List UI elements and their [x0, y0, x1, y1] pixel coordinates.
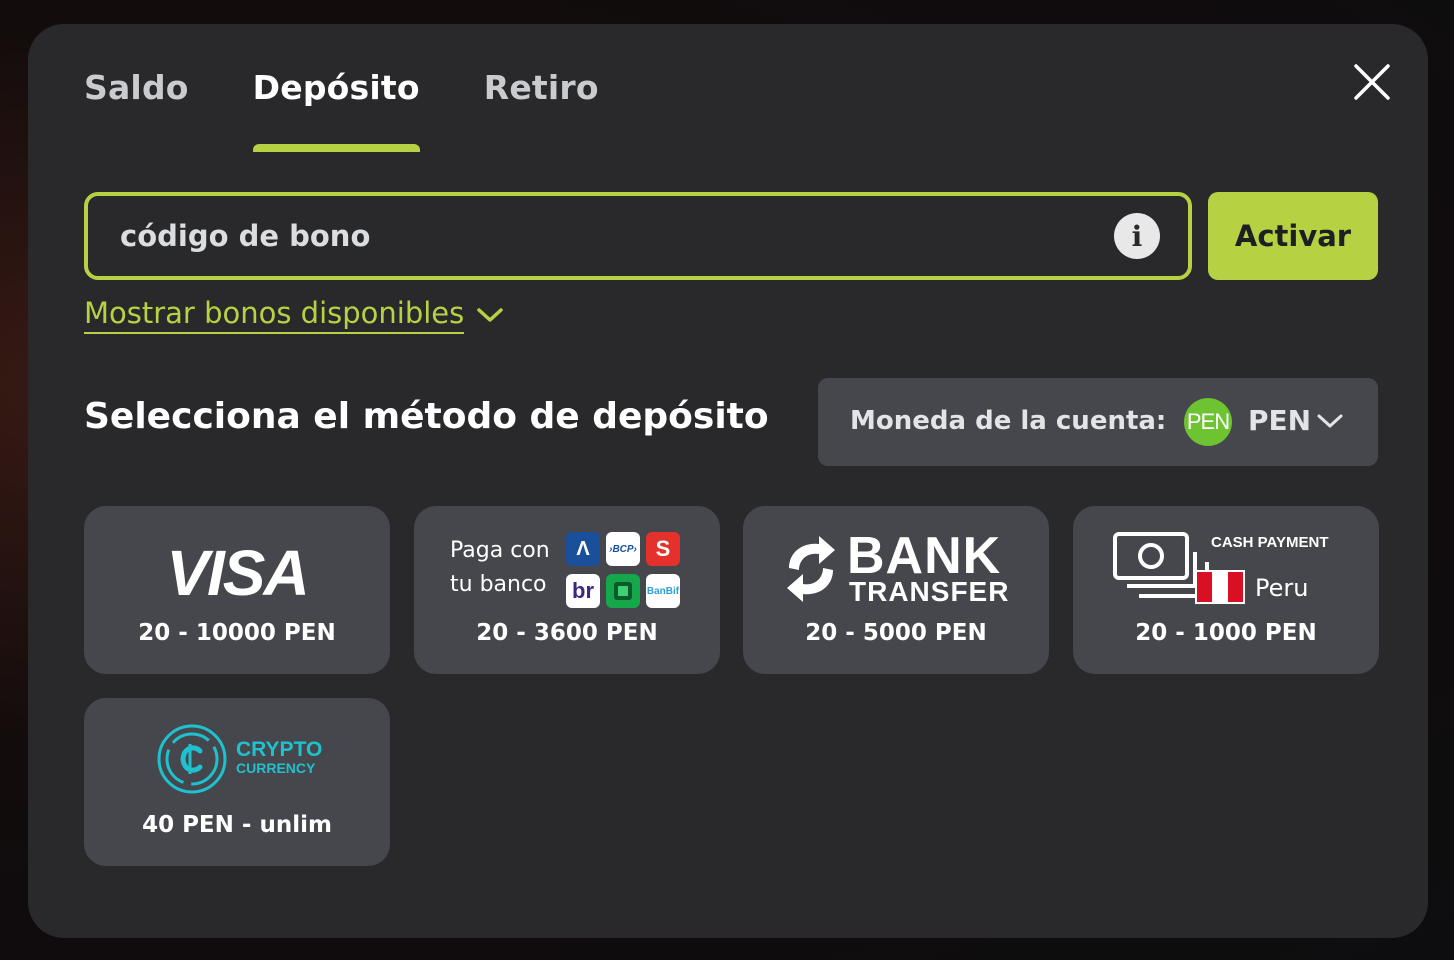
- peru-flag-icon: [1195, 570, 1245, 604]
- method-card-visa[interactable]: VISA 20 - 10000 PEN: [84, 506, 390, 674]
- scotiabank-logo-icon: S: [646, 532, 680, 566]
- bonus-code-field: i: [84, 192, 1192, 280]
- method-card-crypto[interactable]: CRYPTO CURRENCY 40 PEN - unlim: [84, 698, 390, 866]
- show-bonuses-link[interactable]: Mostrar bonos disponibles: [84, 296, 504, 334]
- bbva-logo-icon: br: [566, 574, 600, 608]
- close-button[interactable]: [1352, 62, 1392, 102]
- method-range: 20 - 10000 PEN: [138, 620, 336, 646]
- bonus-code-input[interactable]: [120, 196, 1080, 276]
- tab-retiro[interactable]: Retiro: [484, 68, 599, 152]
- method-card-pay-with-bank[interactable]: Paga con tu banco Λ ›BCP› S br BanBif 20…: [414, 506, 720, 674]
- currency-select[interactable]: Moneda de la cuenta: PEN PEN: [818, 378, 1378, 466]
- currency-flag-icon: PEN: [1184, 398, 1232, 446]
- pay-with-bank-text: Paga con tu banco: [450, 534, 550, 602]
- pay-with-bank-line2: tu banco: [450, 572, 547, 597]
- tab-saldo[interactable]: Saldo: [84, 68, 189, 152]
- info-icon[interactable]: i: [1114, 213, 1160, 259]
- cash-payment-logo: CASH PAYMENT Peru: [1113, 530, 1343, 610]
- section-title: Selecciona el método de depósito: [84, 396, 769, 437]
- chevron-down-icon: [477, 308, 504, 322]
- cash-payment-line1: CASH PAYMENT: [1211, 534, 1329, 551]
- tab-bar: Saldo Depósito Retiro: [84, 68, 599, 152]
- bank-logos: Λ ›BCP› S br BanBif: [566, 532, 682, 608]
- method-card-cash-payment[interactable]: CASH PAYMENT Peru 20 - 1000 PEN: [1073, 506, 1379, 674]
- crypto-logo: CRYPTO CURRENCY: [156, 722, 326, 796]
- bank-logo-icon: Λ: [566, 532, 600, 566]
- method-range: 20 - 5000 PEN: [805, 620, 987, 646]
- deposit-modal: Saldo Depósito Retiro i Activar Mostrar …: [28, 24, 1428, 938]
- interbank-logo-icon: [606, 574, 640, 608]
- close-icon: [1354, 64, 1390, 100]
- currency-code: PEN: [1248, 404, 1312, 437]
- pay-with-bank-line1: Paga con: [450, 538, 550, 563]
- activate-button[interactable]: Activar: [1208, 192, 1378, 280]
- bank-transfer-logo: BANK TRANSFER: [779, 527, 1019, 610]
- crypto-coin-icon: [157, 724, 227, 794]
- bonus-code-row: i Activar: [84, 192, 1378, 280]
- tab-deposito[interactable]: Depósito: [252, 68, 420, 152]
- refresh-arrows-icon: [787, 536, 835, 602]
- chevron-down-icon: [1317, 414, 1343, 428]
- method-range: 20 - 3600 PEN: [476, 620, 658, 646]
- crypto-line2: CURRENCY: [236, 760, 316, 776]
- currency-label: Moneda de la cuenta:: [850, 406, 1167, 436]
- show-bonuses-label: Mostrar bonos disponibles: [84, 296, 465, 334]
- cash-payment-line2: Peru: [1255, 574, 1309, 602]
- method-range: 40 PEN - unlim: [142, 812, 332, 838]
- banbif-logo-icon: BanBif: [646, 574, 680, 608]
- crypto-line1: CRYPTO: [236, 738, 323, 761]
- bank-transfer-line2: TRANSFER: [849, 576, 1010, 607]
- visa-logo: VISA: [166, 537, 309, 609]
- method-range: 20 - 1000 PEN: [1135, 620, 1317, 646]
- method-card-bank-transfer[interactable]: BANK TRANSFER 20 - 5000 PEN: [743, 506, 1049, 674]
- bcp-logo-icon: ›BCP›: [606, 532, 640, 566]
